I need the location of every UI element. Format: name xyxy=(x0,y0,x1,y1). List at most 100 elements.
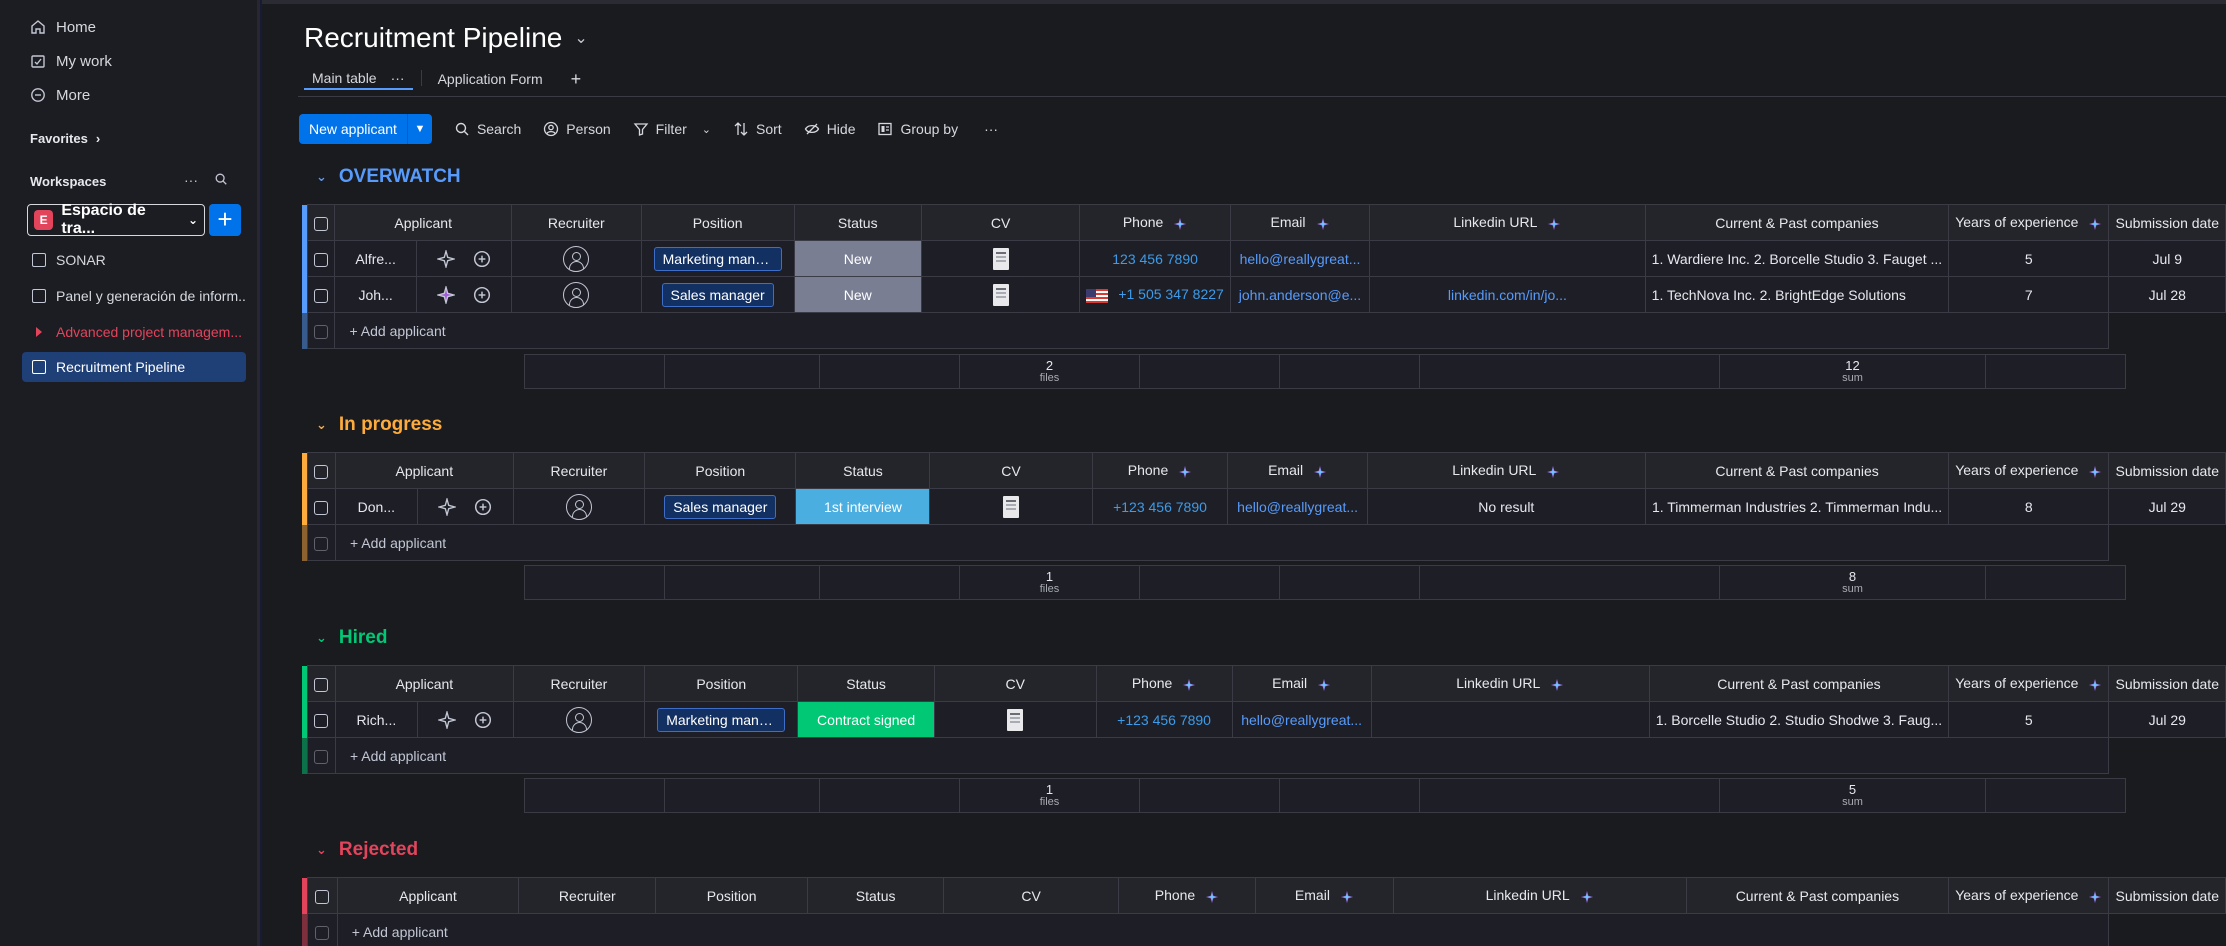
column-header-recruiter[interactable]: Recruiter xyxy=(510,204,642,241)
recruiter-cell[interactable] xyxy=(510,276,642,313)
add-update-icon[interactable] xyxy=(474,498,492,516)
board-title[interactable]: Recruitment Pipeline ⌄ xyxy=(304,22,588,54)
chevron-down-icon[interactable]: ⌄ xyxy=(316,842,327,858)
row-checkbox[interactable] xyxy=(306,276,336,313)
cv-cell[interactable] xyxy=(929,488,1093,525)
ai-assist-icon[interactable] xyxy=(436,249,455,268)
column-header-current-past-companies[interactable]: Current & Past companies xyxy=(1685,877,1950,914)
companies-cell[interactable]: 1. TechNova Inc. 2. BrightEdge Solutions xyxy=(1644,276,1950,313)
cv-cell[interactable] xyxy=(933,701,1097,738)
column-header-email[interactable]: Email xyxy=(1229,204,1371,241)
ai-sparkle-icon[interactable] xyxy=(1182,678,1196,692)
workspace-selector[interactable]: E Espacio de tra... ⌄ xyxy=(27,202,205,237)
favorites-section[interactable]: Favorites › xyxy=(30,131,100,146)
select-all-checkbox[interactable] xyxy=(306,204,336,241)
sidebar-item-more[interactable]: More xyxy=(30,84,90,106)
column-header-years-of-experience[interactable]: Years of experience xyxy=(1948,204,2110,241)
add-applicant-button[interactable]: + Add applicant xyxy=(334,312,2110,349)
column-header-position[interactable]: Position xyxy=(640,204,795,241)
chevron-down-icon[interactable]: ▼ xyxy=(408,114,432,144)
column-header-email[interactable]: Email xyxy=(1231,665,1372,702)
sidebar-board-panel[interactable]: Panel y generación de inform... xyxy=(22,281,246,311)
position-cell[interactable]: Marketing mana... xyxy=(640,240,795,277)
linkedin-cell[interactable]: linkedin.com/in/jo... xyxy=(1369,276,1646,313)
column-header-status[interactable]: Status xyxy=(806,877,945,914)
more-actions-button[interactable]: ··· xyxy=(984,121,998,137)
sort-button[interactable]: Sort xyxy=(733,121,782,137)
column-header-recruiter[interactable]: Recruiter xyxy=(512,452,646,489)
column-header-years-of-experience[interactable]: Years of experience xyxy=(1948,452,2110,489)
column-header-phone[interactable]: Phone xyxy=(1079,204,1231,241)
ai-assist-icon[interactable] xyxy=(436,285,455,304)
email-cell[interactable]: hello@reallygreat... xyxy=(1227,488,1368,525)
column-header-linkedin-url[interactable]: Linkedin URL xyxy=(1392,877,1687,914)
select-all-checkbox[interactable] xyxy=(307,877,338,914)
column-header-position[interactable]: Position xyxy=(644,665,799,702)
column-header-current-past-companies[interactable]: Current & Past companies xyxy=(1644,452,1950,489)
add-update-icon[interactable] xyxy=(473,250,491,268)
ai-sparkle-icon[interactable] xyxy=(1317,678,1331,692)
sidebar-item-home[interactable]: Home xyxy=(30,16,96,38)
ai-sparkle-icon[interactable] xyxy=(1546,465,1560,479)
search-icon[interactable] xyxy=(214,172,228,186)
column-header-recruiter[interactable]: Recruiter xyxy=(518,877,657,914)
row-checkbox[interactable] xyxy=(306,488,337,525)
years-cell[interactable]: 7 xyxy=(1948,276,2110,313)
person-filter-button[interactable]: Person xyxy=(543,121,611,137)
column-header-status[interactable]: Status xyxy=(797,665,935,702)
column-header-applicant[interactable]: Applicant xyxy=(335,452,514,489)
companies-cell[interactable]: 1. Timmerman Industries 2. Timmerman Ind… xyxy=(1644,488,1950,525)
chevron-down-icon[interactable]: ⌄ xyxy=(316,169,327,185)
column-header-cv[interactable]: CV xyxy=(920,204,1081,241)
ai-sparkle-icon[interactable] xyxy=(1205,890,1219,904)
file-icon[interactable] xyxy=(1007,708,1024,731)
phone-cell[interactable]: 123 456 7890 xyxy=(1079,240,1231,277)
linkedin-cell[interactable] xyxy=(1370,701,1650,738)
companies-cell[interactable]: 1. Wardiere Inc. 2. Borcelle Studio 3. F… xyxy=(1644,240,1950,277)
sidebar-board-sonar[interactable]: SONAR xyxy=(22,245,246,275)
submission-date-cell[interactable]: Jul 28 xyxy=(2108,276,2226,313)
column-header-linkedin-url[interactable]: Linkedin URL xyxy=(1369,204,1646,241)
chevron-down-icon[interactable]: ⌄ xyxy=(316,417,327,433)
cv-cell[interactable] xyxy=(920,240,1081,277)
select-all-checkbox[interactable] xyxy=(306,452,337,489)
column-header-applicant[interactable]: Applicant xyxy=(334,204,512,241)
add-applicant-button[interactable]: + Add applicant xyxy=(334,524,2110,561)
more-icon[interactable]: ··· xyxy=(184,172,198,188)
chevron-down-icon[interactable]: ⌄ xyxy=(574,28,587,48)
linkedin-cell[interactable]: No result xyxy=(1366,488,1646,525)
ai-sparkle-icon[interactable] xyxy=(1313,465,1327,479)
applicant-name[interactable]: Alfre... xyxy=(334,240,417,277)
column-header-cv[interactable]: CV xyxy=(933,665,1097,702)
ai-sparkle-icon[interactable] xyxy=(1550,678,1564,692)
column-header-phone[interactable]: Phone xyxy=(1095,665,1233,702)
position-cell[interactable]: Sales manager xyxy=(644,488,797,525)
years-cell[interactable]: 5 xyxy=(1948,701,2110,738)
column-header-status[interactable]: Status xyxy=(793,204,922,241)
group-title[interactable]: ⌄ In progress xyxy=(316,414,442,436)
column-header-submission-date[interactable]: Submission date xyxy=(2108,204,2226,241)
table-row[interactable]: Rich... Marketing mana... Contract signed +… xyxy=(302,701,2226,738)
column-header-current-past-companies[interactable]: Current & Past companies xyxy=(1644,204,1950,241)
ai-assist-icon[interactable] xyxy=(438,497,457,516)
table-row[interactable]: Joh... Sales manager New +1 505 347 8227 joh… xyxy=(302,276,2226,313)
column-header-cv[interactable]: CV xyxy=(943,877,1119,914)
linkedin-cell[interactable] xyxy=(1369,240,1646,277)
email-cell[interactable]: hello@reallygreat... xyxy=(1229,240,1371,277)
ai-sparkle-icon[interactable] xyxy=(2088,678,2102,692)
ai-sparkle-icon[interactable] xyxy=(1340,890,1354,904)
sidebar-item-my-work[interactable]: My work xyxy=(30,50,112,72)
position-cell[interactable]: Sales manager xyxy=(640,276,795,313)
status-cell[interactable]: Contract signed xyxy=(797,701,935,738)
ai-sparkle-icon[interactable] xyxy=(2088,217,2102,231)
ai-sparkle-icon[interactable] xyxy=(2088,465,2102,479)
recruiter-cell[interactable] xyxy=(510,240,642,277)
recruiter-cell[interactable] xyxy=(512,701,646,738)
email-cell[interactable]: john.anderson@e... xyxy=(1229,276,1371,313)
phone-cell[interactable]: +123 456 7890 xyxy=(1091,488,1229,525)
group-title[interactable]: ⌄ OVERWATCH xyxy=(316,166,461,188)
column-header-years-of-experience[interactable]: Years of experience xyxy=(1948,877,2110,914)
submission-date-cell[interactable]: Jul 29 xyxy=(2108,701,2226,738)
column-header-applicant[interactable]: Applicant xyxy=(336,877,520,914)
add-applicant-button[interactable]: + Add applicant xyxy=(334,737,2110,774)
